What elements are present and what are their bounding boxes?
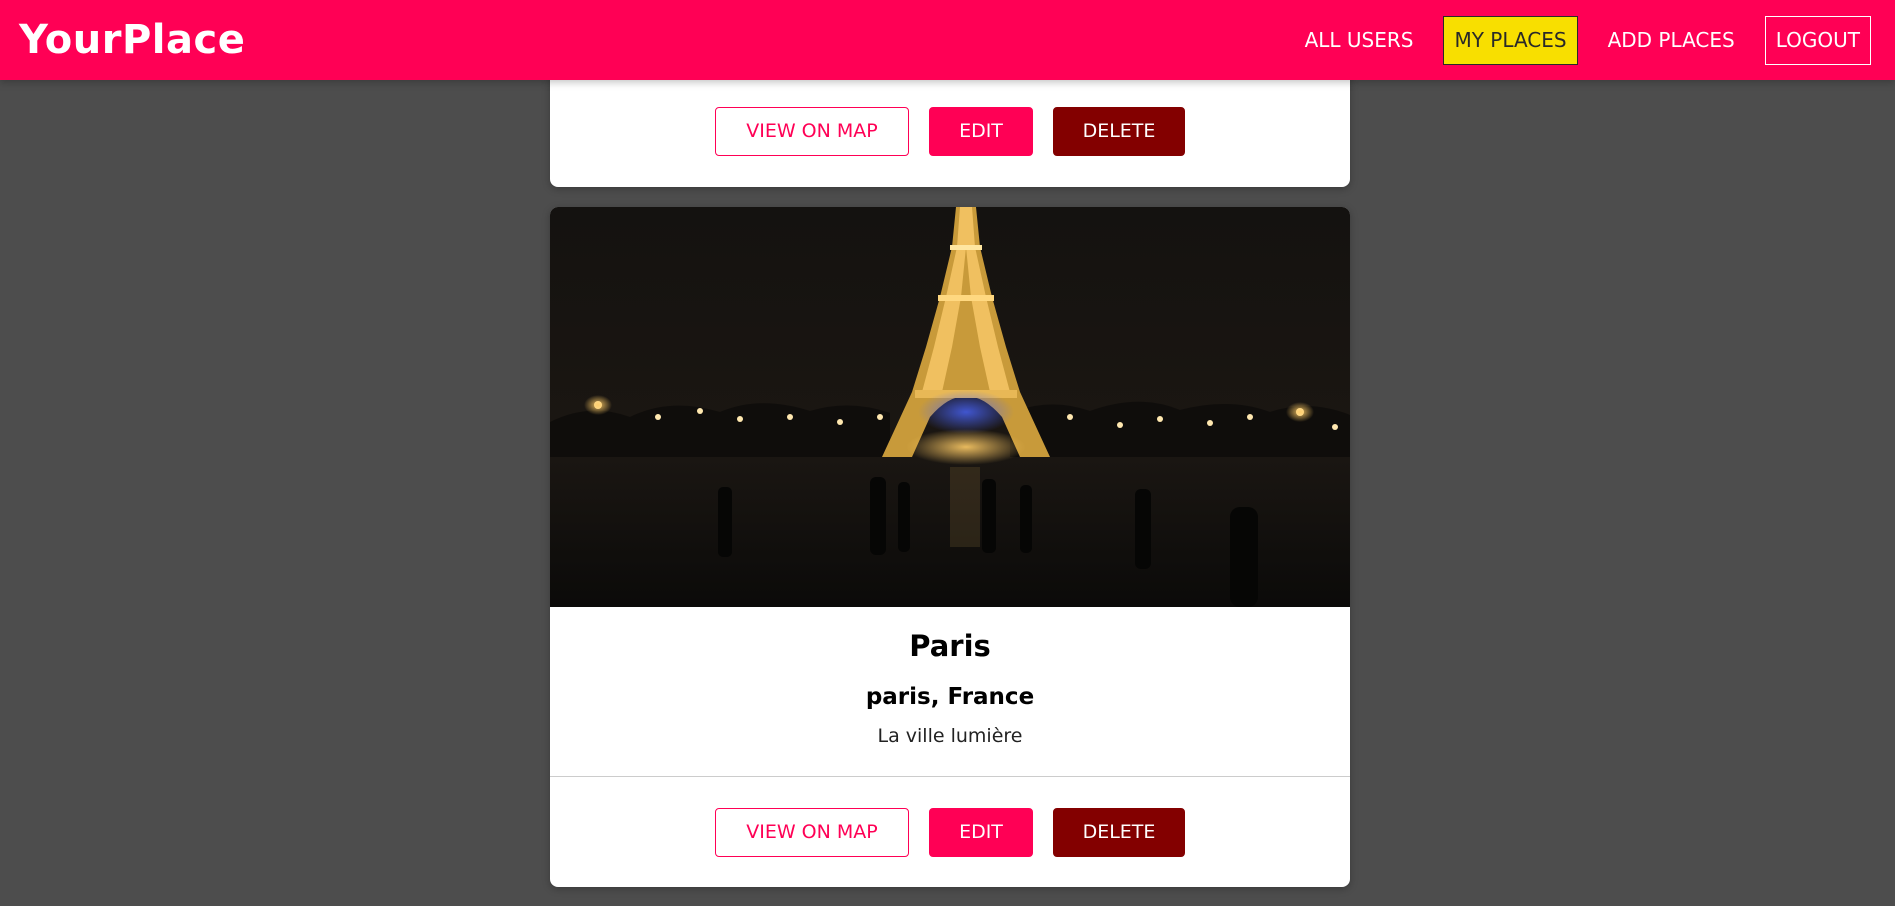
nav-all-users[interactable]: ALL USERS (1294, 16, 1425, 65)
delete-button[interactable]: DELETE (1053, 107, 1185, 156)
place-title: Paris (909, 629, 991, 663)
logout-button[interactable]: LOGOUT (1764, 16, 1871, 65)
place-card: Paris paris, France La ville lumière VIE… (550, 207, 1350, 887)
app-logo[interactable]: YourPlace (19, 14, 245, 66)
place-address: paris, France (865, 684, 1035, 710)
place-actions: VIEW ON MAP EDIT DELETE (550, 107, 1350, 156)
place-actions: VIEW ON MAP EDIT DELETE (550, 808, 1350, 857)
edit-button[interactable]: EDIT (929, 808, 1033, 857)
place-image (550, 207, 1350, 607)
delete-button[interactable]: DELETE (1053, 808, 1185, 857)
view-on-map-button[interactable]: VIEW ON MAP (715, 808, 909, 857)
main-header: YourPlace ALL USERS MY PLACES ADD PLACES… (0, 0, 1895, 80)
nav-add-places[interactable]: ADD PLACES (1597, 16, 1746, 65)
main-navigation: ALL USERS MY PLACES ADD PLACES LOGOUT (1275, 16, 1871, 65)
place-info: Paris paris, France La ville lumière (550, 607, 1350, 777)
edit-button[interactable]: EDIT (929, 107, 1033, 156)
nav-my-places[interactable]: MY PLACES (1443, 16, 1578, 65)
place-description: La ville lumière (877, 725, 1023, 747)
view-on-map-button[interactable]: VIEW ON MAP (715, 107, 909, 156)
